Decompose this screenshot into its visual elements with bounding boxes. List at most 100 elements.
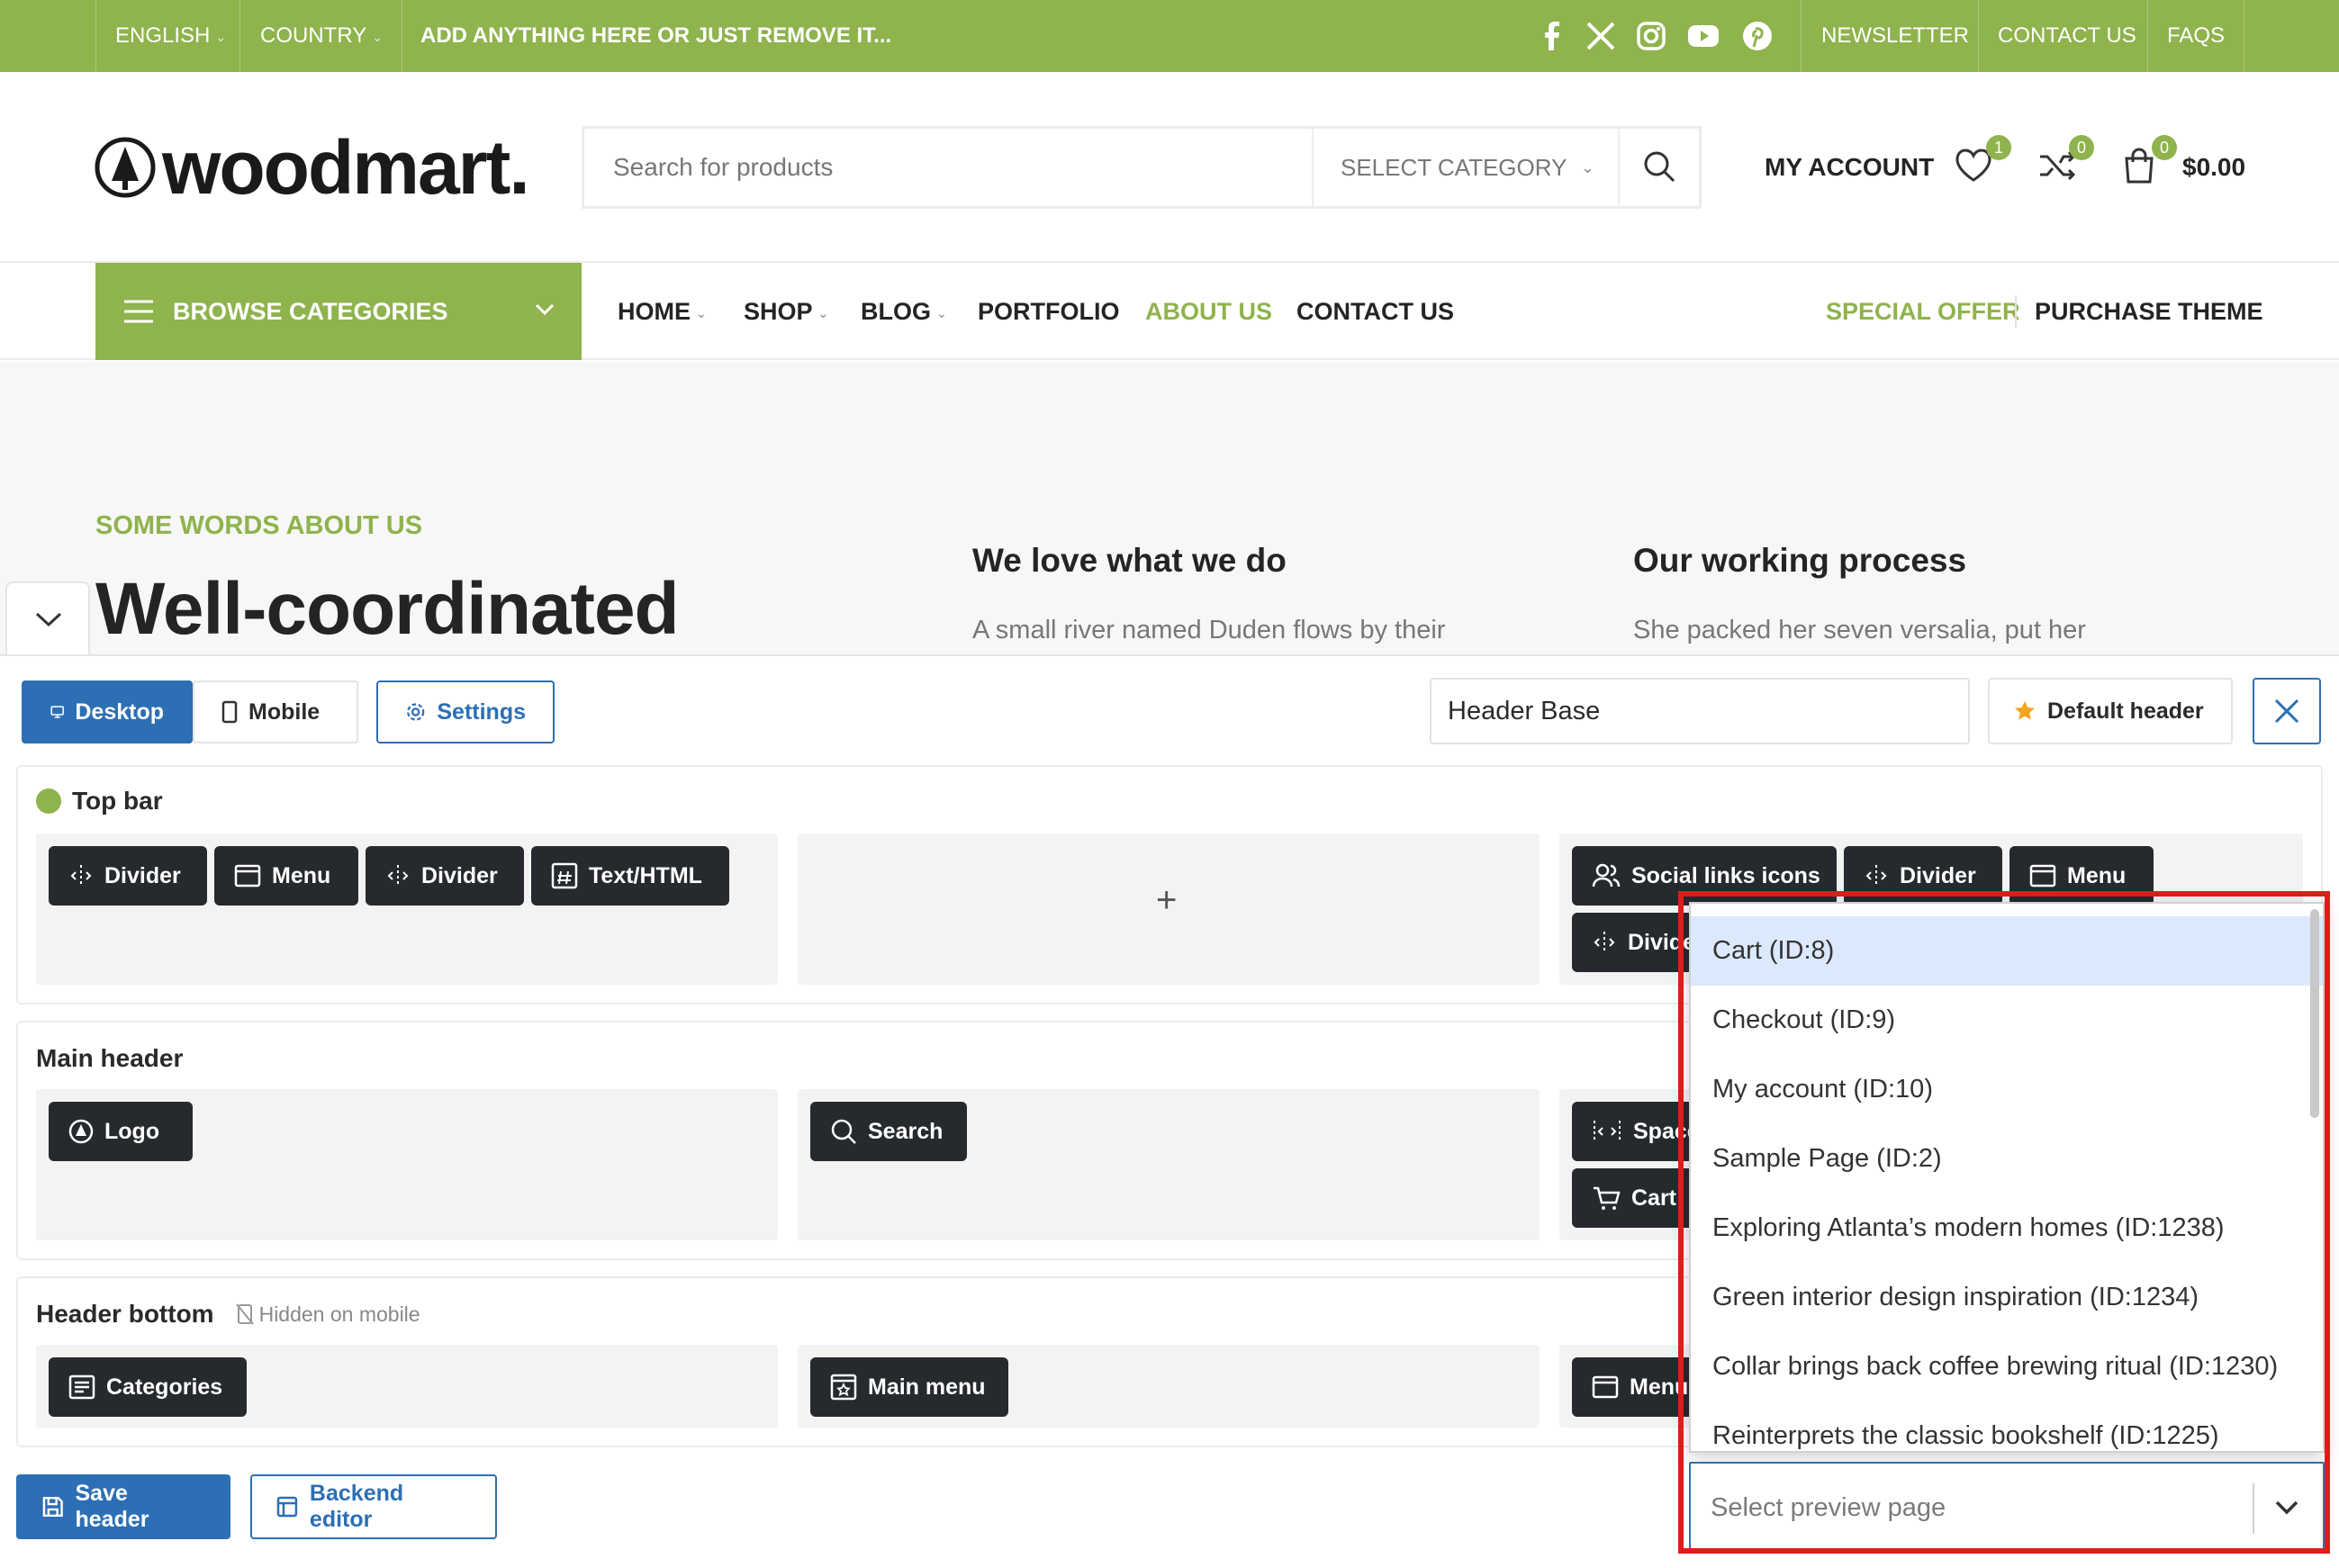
navigation-bar: BROWSE CATEGORIES HOME ⌄ SHOP ⌄ BLOG ⌄ PORT… [0, 263, 2339, 360]
search-input[interactable]: Search for products [613, 129, 833, 206]
newsletter-link[interactable]: NEWSLETTER [1821, 0, 1969, 72]
window-icon [1592, 1375, 1619, 1399]
dropdown-option[interactable]: Cart (ID:8) [1691, 916, 2323, 986]
nav-contact-us[interactable]: CONTACT US [1296, 263, 1454, 360]
desktop-icon [50, 706, 64, 718]
divider [95, 0, 96, 72]
divider [239, 0, 240, 72]
preview-page-dropdown: Cart (ID:8) Checkout (ID:9) My account (… [1689, 902, 2325, 1453]
dropdown-scrollbar[interactable] [2310, 909, 2319, 1118]
row-title: Main header [36, 1044, 183, 1073]
country-switcher[interactable]: COUNTRY ⌄ [260, 0, 383, 72]
logo-element[interactable]: Logo [49, 1102, 193, 1161]
facebook-icon[interactable] [1534, 18, 1570, 54]
search-button[interactable] [1618, 129, 1699, 206]
chevron-down-icon: ⌄ [696, 305, 707, 320]
pinterest-icon[interactable] [1739, 18, 1775, 54]
contact-us-link[interactable]: CONTACT US [1998, 0, 2136, 72]
save-header-label: Save header [75, 1481, 149, 1532]
column-title: Our working process [1633, 542, 1967, 579]
gear-icon [407, 703, 425, 721]
text-html-element[interactable]: Text/HTML [531, 846, 729, 906]
chevron-down-icon [535, 303, 555, 316]
nav-portfolio[interactable]: PORTFOLIO [978, 263, 1120, 360]
compare-count: 0 [2069, 135, 2094, 160]
row-title-text: Main header [36, 1044, 184, 1072]
main-header: woodmart. Search for products SELECT CAT… [0, 72, 2339, 263]
cart-total[interactable]: $0.00 [2182, 144, 2245, 191]
chevron-down-icon [2275, 1500, 2298, 1515]
compare-button[interactable]: 0 [2035, 135, 2094, 191]
desktop-tab-label: Desktop [75, 698, 164, 725]
language-switcher[interactable]: ENGLISH ⌄ [115, 0, 226, 72]
wishlist-button[interactable]: 1 [1952, 135, 2011, 191]
chevron-down-icon: ⌄ [817, 305, 829, 320]
instagram-icon[interactable] [1633, 18, 1669, 54]
column-title: We love what we do [972, 542, 1287, 579]
main-menu-element[interactable]: Main menu [810, 1357, 1008, 1417]
desktop-tab[interactable]: Desktop [22, 680, 193, 743]
divider-element[interactable]: Divider [49, 846, 207, 906]
hamburger-icon [124, 300, 153, 323]
spacer-icon [1594, 1121, 1621, 1142]
collapse-builder-toggle[interactable] [5, 581, 90, 657]
dropdown-option[interactable]: Collar brings back coffee brewing ritual… [1691, 1332, 2323, 1401]
categories-element[interactable]: Categories [49, 1357, 247, 1417]
nav-home[interactable]: HOME ⌄ [618, 263, 707, 362]
menu-element[interactable]: Menu [2009, 846, 2154, 906]
chevron-down-icon: ⌄ [215, 29, 227, 44]
mobile-tab[interactable]: Mobile [193, 680, 358, 743]
divider-element[interactable]: Divider [366, 846, 524, 906]
layout-icon [276, 1496, 298, 1518]
search-element[interactable]: Search [810, 1102, 967, 1161]
row-title-text: Header bottom [36, 1300, 214, 1328]
dropdown-option[interactable]: Reinterprets the classic bookshelf (ID:1… [1691, 1401, 2323, 1451]
my-account-link[interactable]: MY ACCOUNT [1765, 144, 1934, 191]
close-builder-button[interactable] [2253, 678, 2321, 744]
site-logo[interactable]: woodmart. [94, 125, 530, 210]
purchase-theme-link[interactable]: PURCHASE THEME [2035, 263, 2263, 360]
preview-page-select[interactable]: Select preview page [1689, 1462, 2325, 1554]
dropdown-option[interactable]: Sample Page (ID:2) [1691, 1124, 2323, 1194]
social-links-element[interactable]: Social links icons [1572, 846, 1837, 906]
default-header-button[interactable]: Default header [1988, 678, 2233, 744]
chevron-down-icon: ⌄ [1580, 158, 1594, 176]
special-offer-link[interactable]: SPECIAL OFFER [1826, 263, 2020, 360]
hash-code-icon [551, 862, 578, 889]
cart-count: 0 [2152, 135, 2177, 160]
faqs-link[interactable]: FAQS [2167, 0, 2225, 72]
category-select[interactable]: SELECT CATEGORY ⌄ [1312, 129, 1618, 206]
promo-text: ADD ANYTHING HERE OR JUST REMOVE IT... [420, 23, 892, 48]
nav-shop[interactable]: SHOP ⌄ [744, 263, 828, 362]
dropdown-option[interactable]: My account (ID:10) [1691, 1055, 2323, 1124]
menu-star-icon [830, 1374, 857, 1401]
column-text: She packed her seven versalia, put her [1633, 616, 2086, 644]
row-title-text: Top bar [72, 787, 163, 815]
status-dot [36, 789, 61, 814]
backend-editor-button[interactable]: Backend editor [250, 1474, 497, 1539]
dropdown-option[interactable]: Exploring Atlanta’s modern homes (ID:123… [1691, 1194, 2323, 1263]
menu-element[interactable]: Menu [214, 846, 358, 906]
mobile-phone-icon [221, 700, 238, 724]
save-header-button[interactable]: Save header [16, 1474, 230, 1539]
nav-blog[interactable]: BLOG ⌄ [861, 263, 947, 362]
dropdown-option[interactable]: Checkout (ID:9) [1691, 986, 2323, 1055]
search-icon [831, 1119, 856, 1144]
header-name-input[interactable]: Header Base [1430, 678, 1970, 744]
divider [2253, 1483, 2254, 1534]
divider [2015, 295, 2017, 328]
nav-about-us[interactable]: ABOUT US [1145, 263, 1272, 360]
settings-label: Settings [437, 698, 526, 725]
cart-button[interactable]: 0 [2118, 135, 2177, 191]
add-element-icon[interactable]: + [1156, 880, 1177, 921]
x-icon[interactable] [1583, 18, 1619, 54]
youtube-icon[interactable] [1685, 18, 1721, 54]
settings-button[interactable]: Settings [376, 680, 555, 743]
divider-element[interactable]: Divider [1844, 846, 2002, 906]
browse-categories-button[interactable]: BROWSE CATEGORIES [95, 263, 582, 360]
dropdown-option[interactable]: Green interior design inspiration (ID:12… [1691, 1263, 2323, 1332]
section-title: Well-coordinated [95, 568, 680, 650]
mobile-off-icon [235, 1303, 254, 1325]
top-bar: ENGLISH ⌄ COUNTRY ⌄ ADD ANYTHING HERE OR J… [0, 0, 2339, 72]
mobile-tab-label: Mobile [248, 698, 321, 725]
